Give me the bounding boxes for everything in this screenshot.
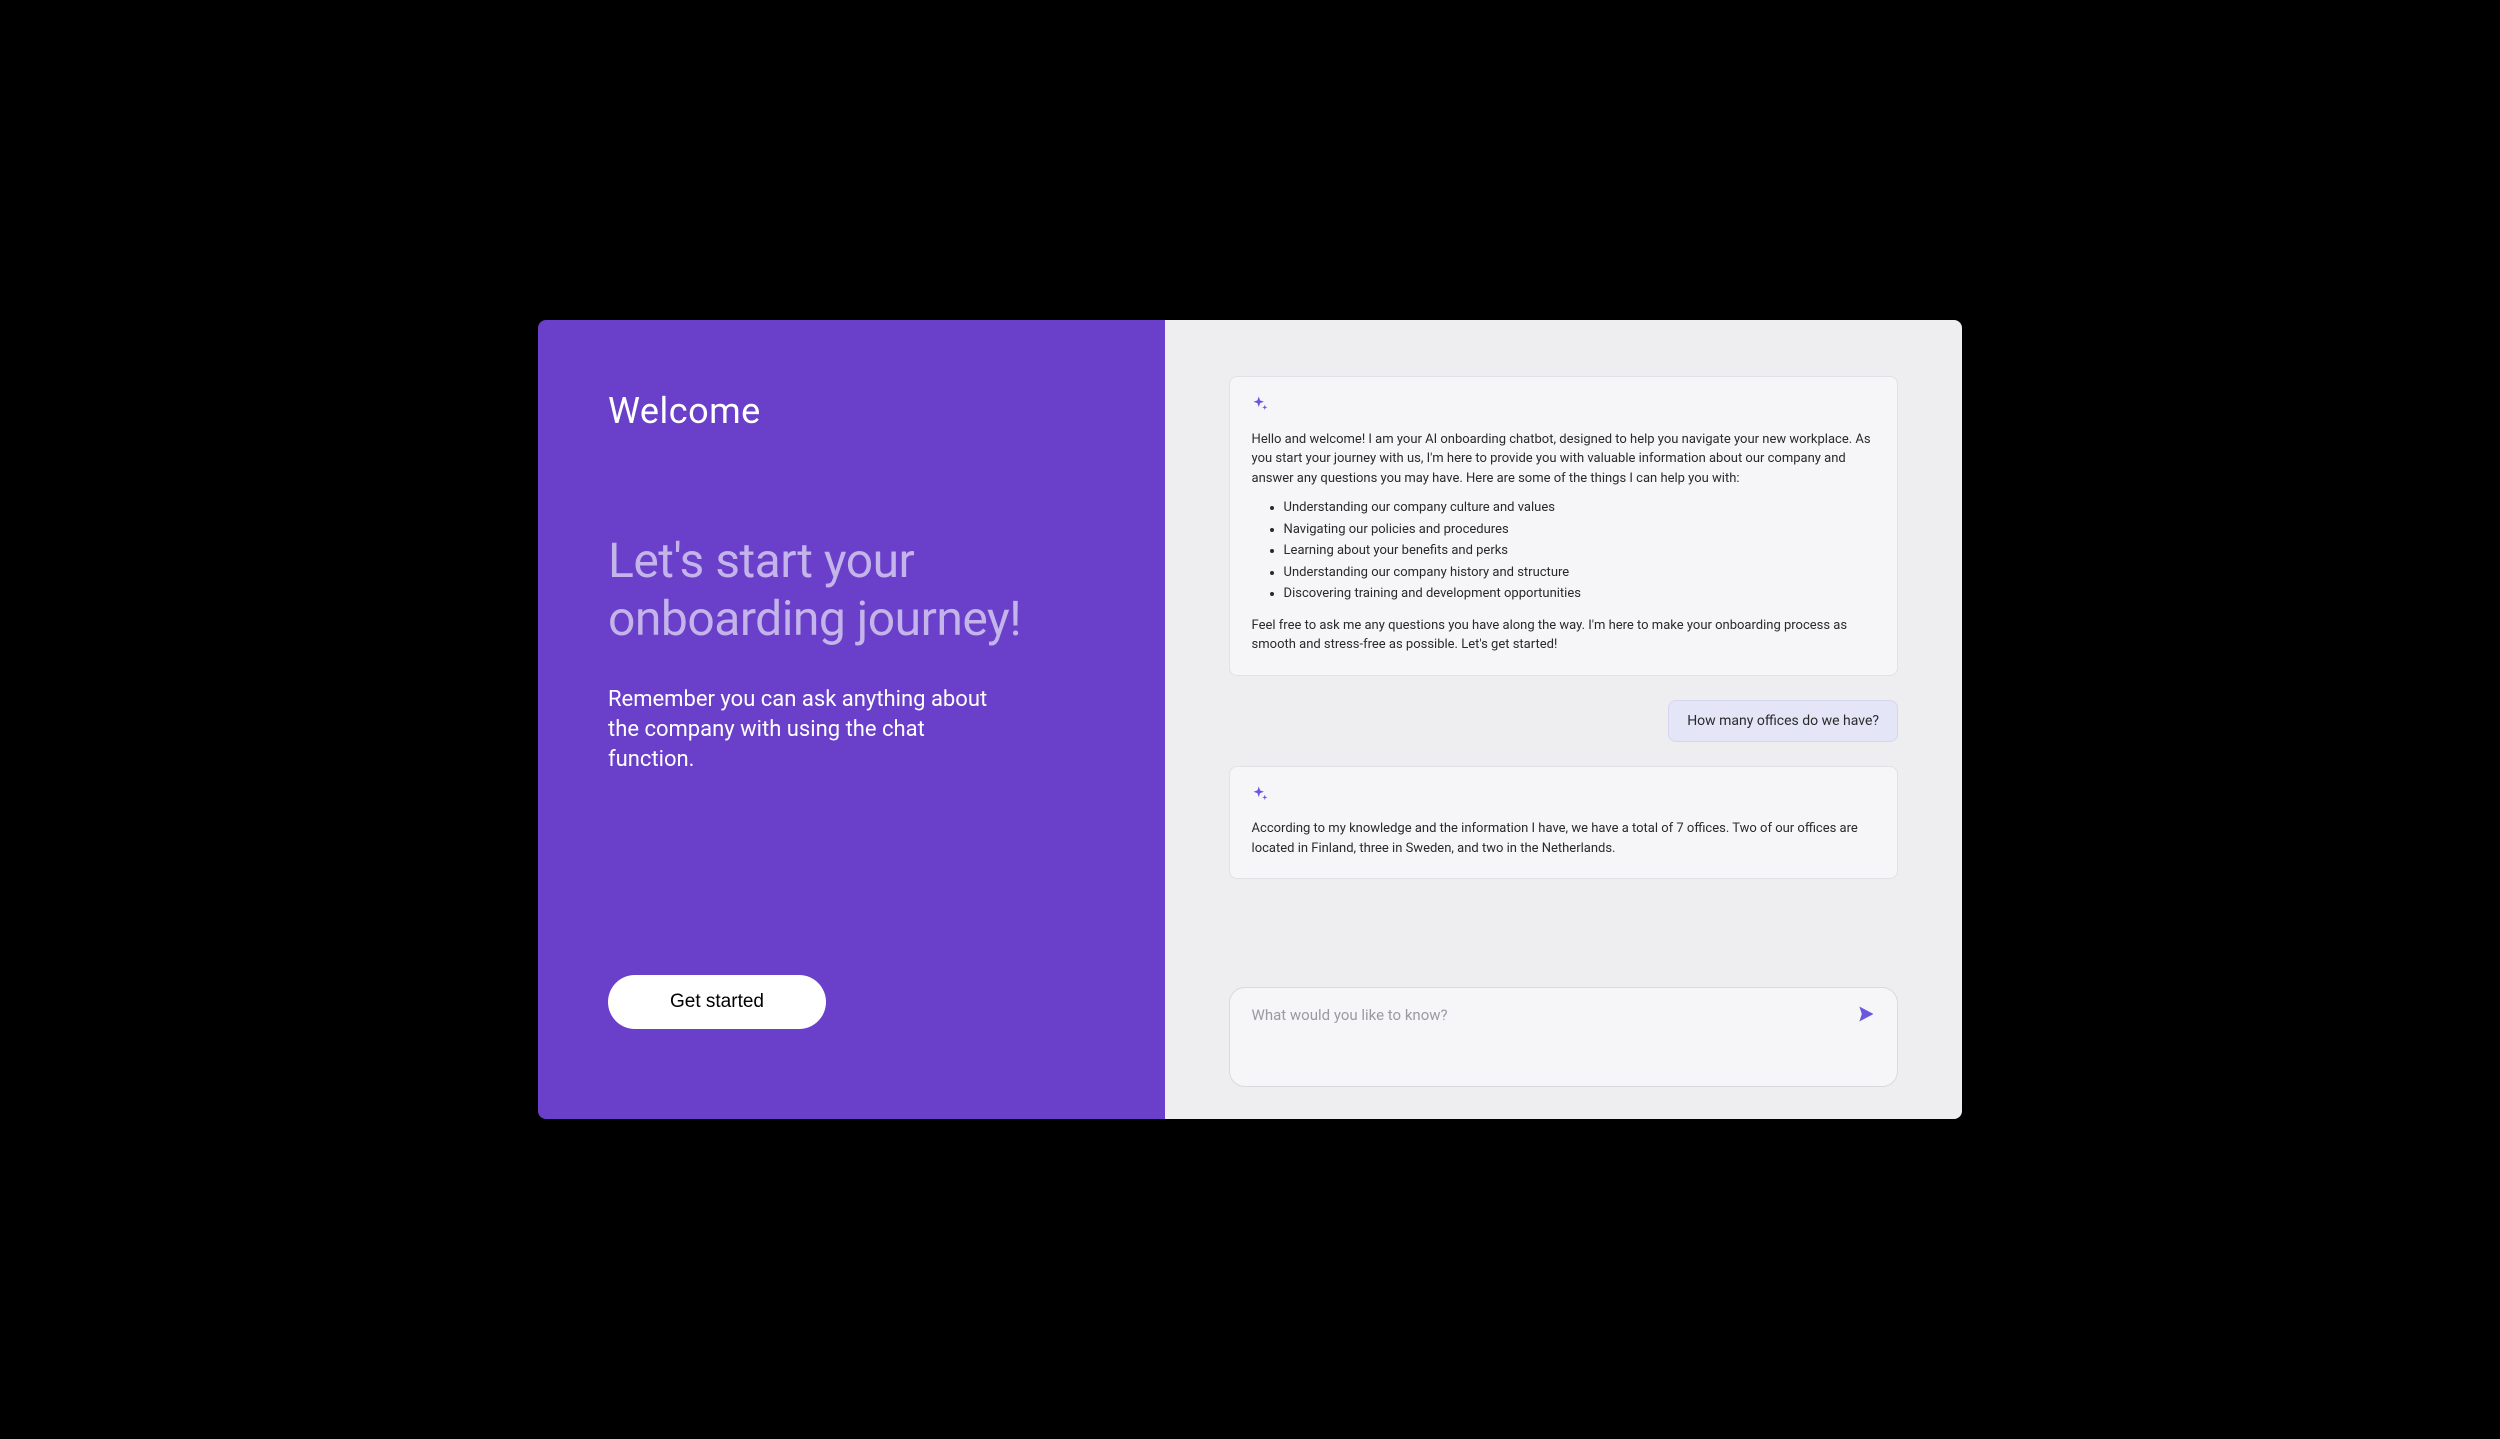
send-icon	[1856, 1004, 1876, 1027]
chat-input[interactable]	[1229, 987, 1898, 1087]
bot-reply-text: According to my knowledge and the inform…	[1252, 819, 1875, 858]
bot-message-body: According to my knowledge and the inform…	[1252, 819, 1875, 858]
hero-subtext: Remember you can ask anything about the …	[608, 685, 1008, 774]
send-button[interactable]	[1852, 1001, 1880, 1029]
app-window: Welcome Let's start your onboarding jour…	[538, 320, 1962, 1119]
chat-scroll-area[interactable]: Hello and welcome! I am your AI onboardi…	[1229, 376, 1898, 967]
sparkle-icon	[1252, 395, 1875, 420]
sparkle-icon	[1252, 785, 1875, 810]
chat-panel: Hello and welcome! I am your AI onboardi…	[1165, 320, 1962, 1119]
list-item: Understanding our company history and st…	[1284, 563, 1875, 583]
cta-area: Get started	[608, 975, 1095, 1069]
welcome-label: Welcome	[608, 390, 1095, 432]
list-item: Understanding our company culture and va…	[1284, 498, 1875, 518]
device-frame: Welcome Let's start your onboarding jour…	[520, 302, 1980, 1137]
bot-message: According to my knowledge and the inform…	[1229, 766, 1898, 880]
hero-block: Let's start your onboarding journey! Rem…	[608, 532, 1095, 774]
bot-bullet-list: Understanding our company culture and va…	[1252, 498, 1875, 604]
list-item: Navigating our policies and procedures	[1284, 520, 1875, 540]
list-item: Discovering training and development opp…	[1284, 584, 1875, 604]
bot-intro-text: Hello and welcome! I am your AI onboardi…	[1252, 430, 1875, 489]
list-item: Learning about your benefits and perks	[1284, 541, 1875, 561]
chat-input-area	[1229, 987, 1898, 1091]
get-started-button[interactable]: Get started	[608, 975, 826, 1029]
hero-headline: Let's start your onboarding journey!	[608, 532, 1095, 647]
welcome-panel: Welcome Let's start your onboarding jour…	[538, 320, 1165, 1119]
user-message: How many offices do we have?	[1668, 700, 1898, 742]
bot-message-body: Hello and welcome! I am your AI onboardi…	[1252, 430, 1875, 655]
bot-outro-text: Feel free to ask me any questions you ha…	[1252, 616, 1875, 655]
bot-message: Hello and welcome! I am your AI onboardi…	[1229, 376, 1898, 676]
user-message-row: How many offices do we have?	[1229, 700, 1898, 742]
